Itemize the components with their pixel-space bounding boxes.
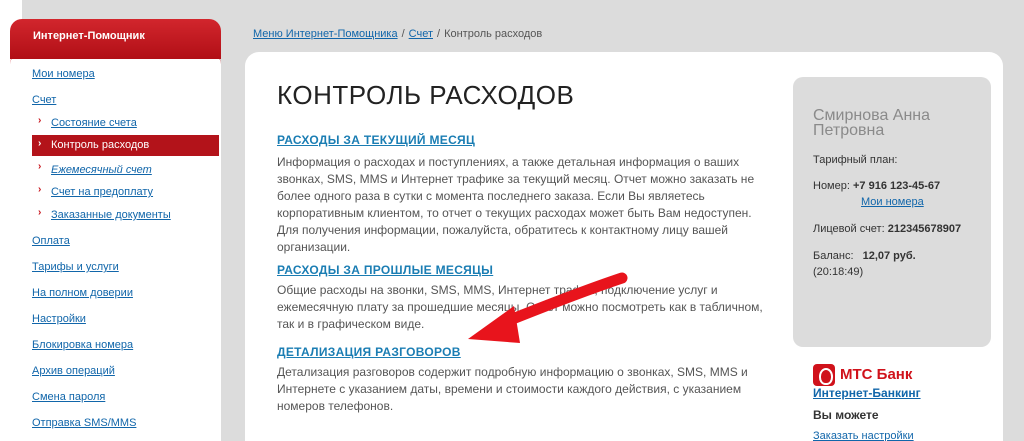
mts-bank-logo-icon: [813, 364, 835, 386]
breadcrumb-separator: /: [437, 28, 441, 40]
sidebar-item-account-status[interactable]: Состояние счета: [51, 117, 137, 129]
profile-name: Смирнова Анна Петровна: [813, 107, 931, 139]
sidebar-item-expense-control[interactable]: › Контроль расходов: [32, 135, 219, 156]
you-can-label: Вы можете: [813, 408, 879, 422]
phone-number: +7 916 123-45-67: [852, 180, 941, 192]
sidebar-item-my-numbers[interactable]: Мои номера: [32, 68, 95, 80]
bullet-icon: ›: [38, 161, 42, 172]
bullet-icon: ›: [38, 138, 42, 149]
sidebar-item-full-trust[interactable]: На полном доверии: [32, 287, 133, 299]
sidebar-item-ordered-documents[interactable]: Заказанные документы: [51, 209, 171, 221]
order-settings-link[interactable]: Заказать настройки: [813, 430, 914, 441]
call-details-description: Детализация разговоров содержит подробну…: [277, 365, 748, 413]
mts-bank-title: МТС Банк: [840, 366, 913, 383]
past-months-description: Общие расходы на звонки, SMS, MMS, Интер…: [277, 283, 763, 331]
sidebar-header: Интернет-Помощник: [10, 19, 221, 59]
sidebar-item-account[interactable]: Счет: [32, 94, 56, 106]
account-label: Лицевой счет:: [813, 223, 885, 235]
sidebar-item-payment[interactable]: Оплата: [32, 235, 70, 247]
breadcrumb-current: Контроль расходов: [444, 28, 543, 40]
bullet-icon: ›: [38, 184, 42, 195]
past-months-expenses-link[interactable]: РАСХОДЫ ЗА ПРОШЛЫЕ МЕСЯЦЫ: [277, 263, 493, 277]
account-row: Лицевой счет: 212345678907: [813, 223, 961, 235]
current-month-description: Информация о расходах и поступлениях, а …: [277, 155, 755, 254]
sidebar-item-change-password[interactable]: Смена пароля: [32, 391, 105, 403]
sidebar-item-block-number[interactable]: Блокировка номера: [32, 339, 133, 351]
my-numbers-link[interactable]: Мои номера: [861, 196, 924, 208]
sidebar-item-operations-archive[interactable]: Архив операций: [32, 365, 115, 377]
call-details-link[interactable]: ДЕТАЛИЗАЦИЯ РАЗГОВОРОВ: [277, 345, 461, 359]
balance-value: 12,07 руб.: [862, 250, 916, 262]
breadcrumb-link-menu[interactable]: Меню Интернет-Помощника: [253, 28, 398, 40]
sidebar-item-send-sms[interactable]: Отправка SMS/MMS: [32, 417, 136, 429]
account-number: 212345678907: [887, 223, 962, 235]
page-title: КОНТРОЛЬ РАСХОДОВ: [277, 80, 575, 110]
sidebar-item-tariffs[interactable]: Тарифы и услуги: [32, 261, 119, 273]
sidebar-item-prepayment-bill[interactable]: Счет на предоплату: [51, 186, 153, 198]
bullet-icon: ›: [38, 207, 42, 218]
current-month-expenses-link[interactable]: РАСХОДЫ ЗА ТЕКУЩИЙ МЕСЯЦ: [277, 133, 475, 147]
number-row: Номер: +7 916 123-45-67: [813, 180, 940, 192]
breadcrumb-link-account[interactable]: Счет: [409, 28, 433, 40]
bullet-icon: ›: [38, 115, 42, 126]
sidebar-item-label: Контроль расходов: [51, 139, 150, 151]
tariff-plan-label: Тарифный план:: [813, 154, 898, 166]
number-label: Номер:: [813, 180, 850, 192]
breadcrumb-separator: /: [401, 28, 405, 40]
sidebar-item-monthly-bill[interactable]: Ежемесячный счет: [51, 164, 152, 176]
sidebar-item-settings[interactable]: Настройки: [32, 313, 86, 325]
balance-label: Баланс:: [813, 250, 854, 262]
balance-row: Баланс: 12,07 руб.: [813, 250, 916, 262]
internet-banking-link[interactable]: Интернет-Банкинг: [813, 386, 921, 400]
breadcrumb: Меню Интернет-Помощника / Счет / Контроль ра…: [253, 28, 542, 40]
balance-time: (20:18:49): [813, 266, 864, 278]
